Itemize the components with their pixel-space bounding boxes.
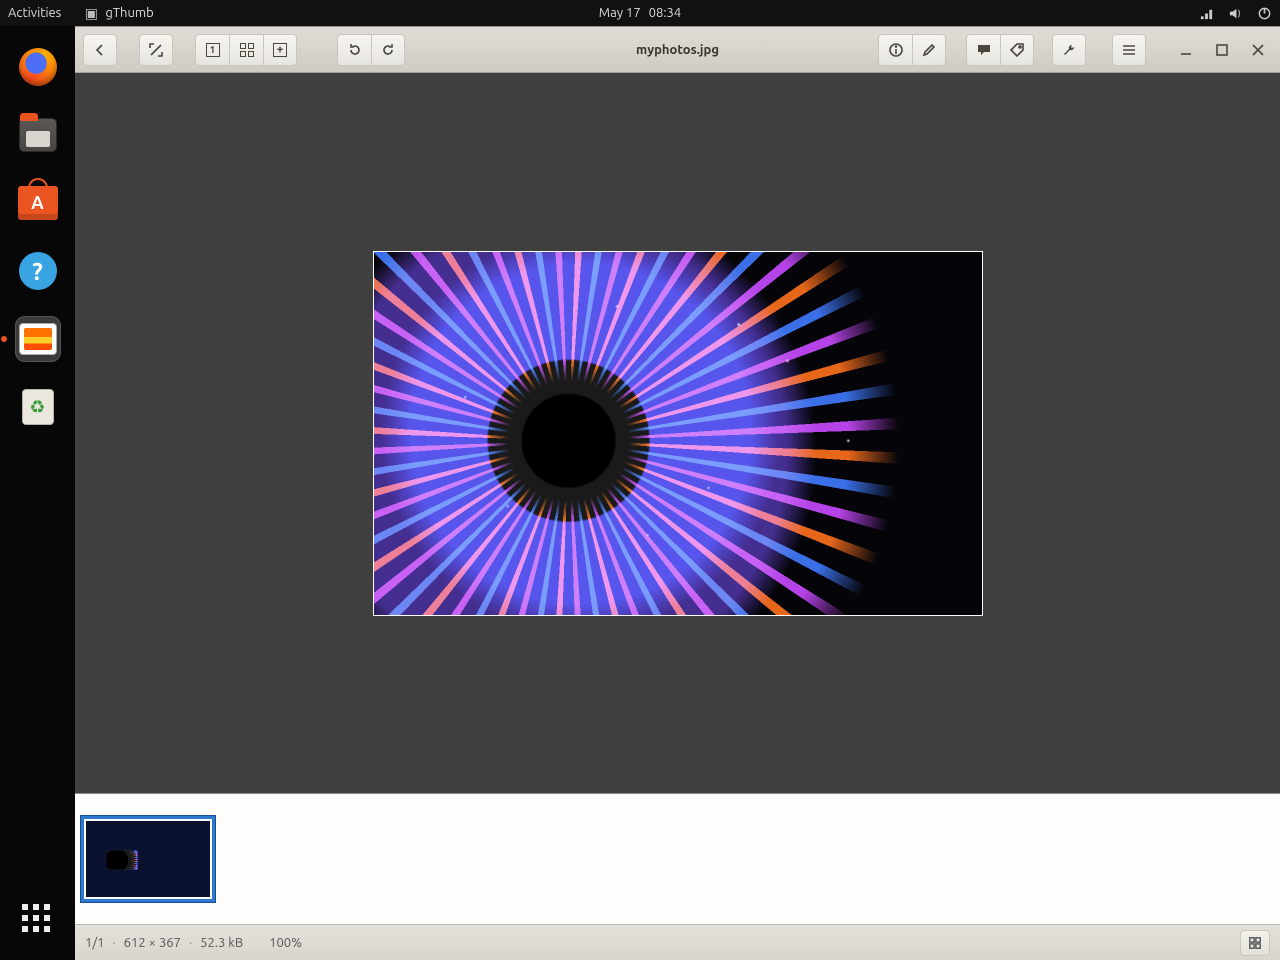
app-menu-label: gThumb (105, 0, 153, 26)
volume-icon (1228, 6, 1243, 21)
rotate-ccw-button[interactable] (337, 34, 371, 66)
zoom-100-icon (273, 43, 287, 57)
clock[interactable]: May 17 08:34 (599, 0, 681, 26)
rotate-group (337, 34, 405, 66)
clock-date: May 17 (599, 0, 641, 26)
dock-help[interactable]: ? (15, 248, 61, 294)
dock-files[interactable] (15, 112, 61, 158)
dock-trash[interactable] (15, 384, 61, 430)
thumbnail-strip (75, 794, 1280, 924)
comment-button[interactable] (966, 34, 1000, 66)
fit-width-button[interactable]: 1 (195, 34, 229, 66)
rotate-cw-button[interactable] (371, 34, 405, 66)
activities-button[interactable]: Activities (8, 0, 61, 26)
tag-icon (1009, 42, 1025, 58)
maximize-icon (1214, 42, 1230, 58)
hamburger-icon (1121, 42, 1137, 58)
fit-window-icon (240, 43, 254, 57)
help-icon: ? (19, 252, 57, 290)
maximize-button[interactable] (1208, 34, 1236, 66)
fit-window-button[interactable] (229, 34, 263, 66)
status-dimensions: 612 × 367 (124, 936, 181, 950)
back-icon (92, 42, 108, 58)
zoom-100-button[interactable] (263, 34, 297, 66)
headerbar: 1 myphotos.jpg (75, 27, 1280, 73)
thumbnail-image (86, 821, 210, 897)
gthumb-window: 1 myphotos.jpg (75, 26, 1280, 960)
window-title: myphotos.jpg (636, 43, 719, 57)
image-viewer[interactable] (75, 73, 1280, 794)
properties-button[interactable] (878, 34, 912, 66)
dock-software[interactable] (15, 180, 61, 226)
back-button[interactable] (83, 34, 117, 66)
firefox-icon (19, 48, 57, 86)
meta-group (966, 34, 1034, 66)
gnome-top-bar: Activities ▣ gThumb May 17 08:34 (0, 0, 1280, 26)
app-menu[interactable]: ▣ gThumb (83, 0, 153, 26)
status-position: 1/1 (85, 936, 104, 950)
power-icon (1257, 6, 1272, 21)
thumbnail-item[interactable] (81, 816, 215, 902)
dock-gthumb[interactable] (15, 316, 61, 362)
edit-icon (921, 42, 937, 58)
displayed-image (373, 251, 983, 616)
grid-icon (1248, 936, 1262, 950)
rotate-cw-icon (380, 42, 396, 58)
software-icon (18, 186, 58, 220)
status-zoom: 100% (269, 936, 302, 950)
network-icon (1199, 6, 1214, 21)
minimize-icon (1178, 42, 1194, 58)
status-bar: 1/1 · 612 × 367 · 52.3 kB 100% (75, 924, 1280, 960)
rotate-ccw-icon (347, 42, 363, 58)
ubuntu-dock: ? (0, 26, 75, 960)
wrench-icon (1061, 42, 1077, 58)
files-icon (19, 118, 57, 152)
zoom-mode-group: 1 (195, 34, 297, 66)
system-status-area[interactable] (1199, 6, 1272, 21)
edit-button[interactable] (912, 34, 946, 66)
show-applications-button[interactable] (22, 904, 54, 936)
tools-button[interactable] (1052, 34, 1086, 66)
close-button[interactable] (1244, 34, 1272, 66)
status-filesize: 52.3 kB (200, 936, 243, 950)
tags-button[interactable] (1000, 34, 1034, 66)
comment-icon (976, 42, 992, 58)
info-icon (888, 42, 904, 58)
trash-icon (22, 389, 54, 425)
clock-time: 08:34 (649, 0, 682, 26)
info-edit-group (878, 34, 946, 66)
fullscreen-button[interactable] (139, 34, 173, 66)
browser-view-button[interactable] (1240, 930, 1270, 956)
fit-width-icon: 1 (206, 43, 220, 57)
gthumb-menu-icon: ▣ (83, 5, 99, 21)
minimize-button[interactable] (1172, 34, 1200, 66)
fullscreen-icon (148, 42, 164, 58)
gthumb-icon (19, 323, 57, 355)
dock-firefox[interactable] (15, 44, 61, 90)
close-icon (1250, 42, 1266, 58)
hamburger-menu-button[interactable] (1112, 34, 1146, 66)
